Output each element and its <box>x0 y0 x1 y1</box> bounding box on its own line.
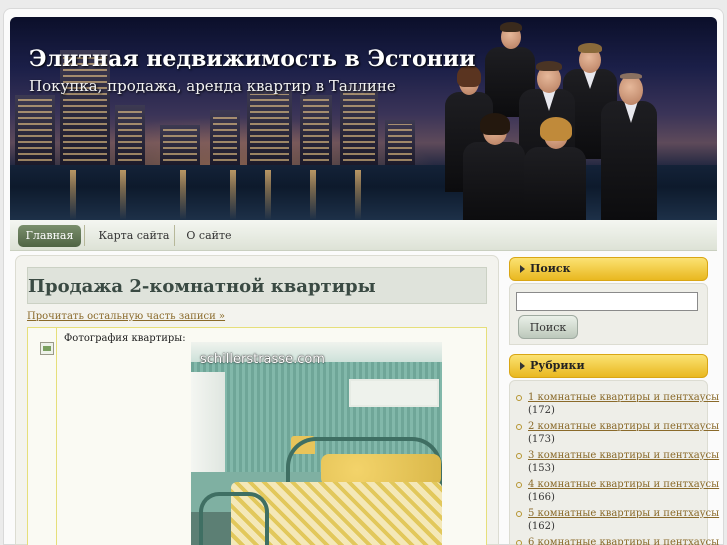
category-count: (173) <box>528 434 555 445</box>
category-count: (153) <box>528 463 555 474</box>
category-link[interactable]: 6 комнатные квартиры и пентхаусы <box>528 537 719 545</box>
list-item: 3 комнатные квартиры и пентхаусы (153) <box>515 450 719 479</box>
nav-item-sitemap[interactable]: Карта сайта <box>94 225 174 247</box>
bullet-icon <box>516 482 522 488</box>
categories-widget-header: Рубрики <box>509 354 708 378</box>
nav-item-about[interactable]: О сайте <box>184 225 234 247</box>
category-link[interactable]: 2 комнатные квартиры и пентхаусы <box>528 421 719 432</box>
building <box>247 90 292 165</box>
search-widget-title: Поиск <box>530 262 571 275</box>
category-link[interactable]: 3 комнатные квартиры и пентхаусы <box>528 450 719 461</box>
category-link[interactable]: 5 комнатные квартиры и пентхаусы <box>528 508 719 519</box>
bullet-icon <box>516 511 522 517</box>
building <box>160 125 200 165</box>
apartment-photo[interactable] <box>191 342 442 545</box>
bullet-icon <box>516 395 522 401</box>
building <box>210 110 240 165</box>
category-link[interactable]: 4 комнатные квартиры и пентхаусы <box>528 479 719 490</box>
site-title[interactable]: Элитная недвижимость в Эстонии <box>29 46 475 72</box>
list-item: 4 комнатные квартиры и пентхаусы (166) <box>515 479 719 508</box>
main-nav: Главная Карта сайта О сайте <box>10 220 717 251</box>
broken-image-icon <box>40 342 54 355</box>
list-item: 1 комнатные квартиры и пентхаусы (172) <box>515 392 719 421</box>
triangle-right-icon <box>520 362 525 370</box>
read-more-link[interactable]: Прочитать остальную часть записи » <box>27 311 225 322</box>
building <box>115 105 145 165</box>
search-button[interactable]: Поиск <box>518 315 578 339</box>
category-count: (172) <box>528 405 555 416</box>
category-link[interactable]: 1 комнатные квартиры и пентхаусы <box>528 392 719 403</box>
categories-widget-title: Рубрики <box>530 359 585 372</box>
category-count: (162) <box>528 521 555 532</box>
bullet-icon <box>516 540 522 545</box>
category-count: (166) <box>528 492 555 503</box>
nav-separator <box>84 225 85 246</box>
page-background: Элитная недвижимость в Эстонии Покупка, … <box>0 0 727 545</box>
building <box>385 120 415 165</box>
building <box>340 85 378 165</box>
header-banner: Элитная недвижимость в Эстонии Покупка, … <box>10 17 717 220</box>
list-item: 6 комнатные квартиры и пентхаусы <box>515 537 719 545</box>
list-item: 2 комнатные квартиры и пентхаусы (173) <box>515 421 719 450</box>
building <box>300 95 332 165</box>
table-divider <box>56 328 57 545</box>
category-list: 1 комнатные квартиры и пентхаусы (172) 2… <box>515 392 719 545</box>
triangle-right-icon <box>520 265 525 273</box>
bullet-icon <box>516 424 522 430</box>
building <box>15 95 55 165</box>
search-input[interactable] <box>516 292 698 311</box>
search-widget-header: Поиск <box>509 257 708 281</box>
post-title[interactable]: Продажа 2-комнатной квартиры <box>28 276 376 297</box>
nav-separator <box>174 225 175 246</box>
photo-watermark: schillerstrasse.com <box>200 352 325 367</box>
site-description: Покупка, продажа, аренда квартир в Талли… <box>29 77 396 95</box>
nav-item-home[interactable]: Главная <box>18 225 81 247</box>
bullet-icon <box>516 453 522 459</box>
photo-label: Фотография квартиры: <box>64 333 186 344</box>
list-item: 5 комнатные квартиры и пентхаусы (162) <box>515 508 719 537</box>
